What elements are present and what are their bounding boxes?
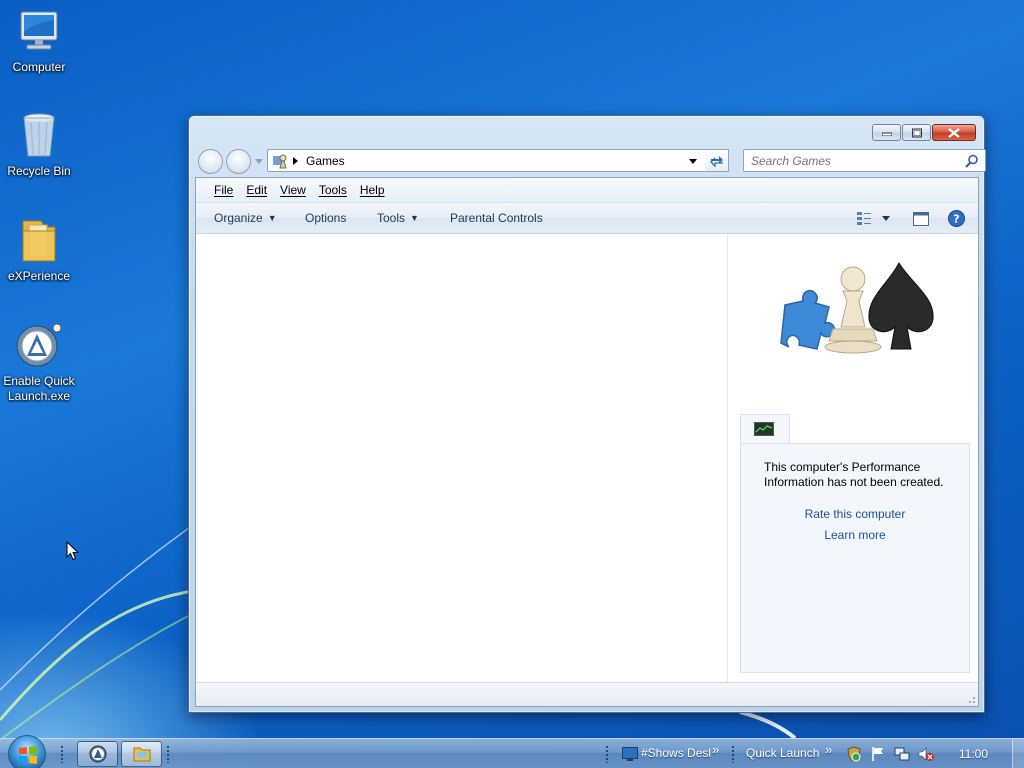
mouse-cursor-icon [66,541,80,561]
quick-launch-app-icon [15,322,63,370]
performance-message: This computer's Performance Information … [764,460,944,489]
chevron-down-icon [882,216,890,221]
maximize-button[interactable] [902,124,931,141]
folder-icon [133,747,151,762]
security-shield-icon[interactable] [846,746,862,762]
search-box[interactable] [743,149,986,172]
taskbar-app-explorer[interactable] [121,741,162,767]
breadcrumb-arrow-icon[interactable] [293,157,299,165]
quick-launch-chevron-icon[interactable]: » [825,742,832,757]
forward-button[interactable] [226,149,251,174]
computer-icon [15,8,63,56]
svg-text:?: ? [953,213,959,226]
command-bar: Organize ▼ Options Tools ▼ Parental Contro… [196,203,978,234]
performance-tab[interactable] [740,414,790,444]
learn-more-link[interactable]: Learn more [741,528,969,542]
taskbar-app-quick-launch[interactable] [77,741,118,767]
performance-monitor-icon [754,422,774,436]
organize-label: Organize [214,211,263,225]
clock[interactable]: 11:00 [959,747,988,761]
desktop-icon-label: Recycle Bin [7,164,71,178]
toolbar-grip[interactable] [60,745,64,763]
performance-panel: This computer's Performance Information … [740,443,970,673]
navigation-bar: Games [197,148,986,174]
tools-label: Tools [377,211,406,225]
refresh-button[interactable] [705,149,729,172]
search-icon[interactable] [965,154,979,168]
organize-button[interactable]: Organize ▼ [214,211,277,225]
quick-launch-app-icon [89,745,107,763]
close-icon [948,127,960,138]
maximize-icon [911,128,922,137]
resize-grip-icon[interactable] [966,694,976,704]
toolbar-grip[interactable] [166,745,170,763]
options-label: Options [305,211,347,225]
options-button[interactable]: Options [305,211,346,225]
menu-bar: File Edit View Tools Help [196,178,978,203]
show-desktop-icon[interactable] [622,747,638,761]
chevron-down-icon: ▼ [267,213,277,223]
desktop-icon-recycle-bin[interactable]: Recycle Bin [0,112,78,179]
details-pane: This computer's Performance Information … [729,235,978,682]
action-center-flag-icon[interactable] [870,746,886,762]
desktop-icon-label: Enable Quick Launch.exe [3,374,75,403]
start-button[interactable] [8,735,46,768]
taskbar: #Shows Desl » Quick Launch » 11:00 [0,735,1024,768]
parental-controls-button[interactable]: Parental Controls [450,211,543,225]
windows-logo-icon [19,746,37,764]
games-explorer-window[interactable]: Games File Edit View Tools Help [188,115,986,713]
menu-tools[interactable]: Tools [319,183,347,197]
address-dropdown-icon[interactable] [689,159,697,164]
recent-pages-dropdown-icon[interactable] [255,159,263,165]
back-button[interactable] [198,149,223,174]
desktop-icon-enable-quick-launch[interactable]: Enable Quick Launch.exe [0,322,78,404]
chevron-down-icon: ▼ [410,213,419,223]
desktop-icon-computer[interactable]: Computer [0,8,78,75]
search-input[interactable] [751,151,961,171]
tools-button[interactable]: Tools ▼ [377,211,419,225]
show-desktop-button[interactable] [1012,739,1024,768]
views-icon [857,212,871,225]
nav-buttons [197,148,263,174]
desktop-icon-experience[interactable]: eXPerience [0,217,78,284]
folder-icon [15,217,63,265]
caption-buttons [871,124,976,141]
minimize-icon [881,132,892,136]
help-icon[interactable]: ? [948,210,965,227]
window-client-area: File Edit View Tools Help Organize ▼ Opti… [195,177,979,707]
toolbar-grip[interactable] [731,745,735,763]
menu-help[interactable]: Help [360,183,385,197]
breadcrumb-games[interactable]: Games [306,154,345,168]
games-icon [780,261,934,354]
shows-desktop-label[interactable]: #Shows Desl [641,746,711,760]
recycle-bin-icon [15,112,63,160]
views-button[interactable] [856,211,892,227]
desktop-icon-label: Computer [12,60,66,74]
parental-controls-label: Parental Controls [450,211,543,225]
minimize-button[interactable] [872,124,901,141]
network-icon[interactable] [894,746,910,762]
status-bar [196,682,978,706]
menu-file[interactable]: File [214,183,233,197]
address-bar[interactable]: Games [267,149,729,172]
toolbar-grip[interactable] [605,745,609,763]
games-location-icon [273,154,287,169]
games-list-pane[interactable] [196,235,728,682]
menu-edit[interactable]: Edit [246,183,267,197]
refresh-icon [710,156,723,168]
preview-pane-icon[interactable] [913,212,929,226]
desktop-icon-label: eXPerience [7,269,71,283]
volume-muted-icon[interactable] [918,746,934,762]
close-button[interactable] [932,124,976,141]
rate-this-computer-link[interactable]: Rate this computer [741,507,969,521]
toolbar-chevron-icon[interactable]: » [712,742,719,757]
quick-launch-label[interactable]: Quick Launch [746,746,819,760]
menu-view[interactable]: View [280,183,306,197]
